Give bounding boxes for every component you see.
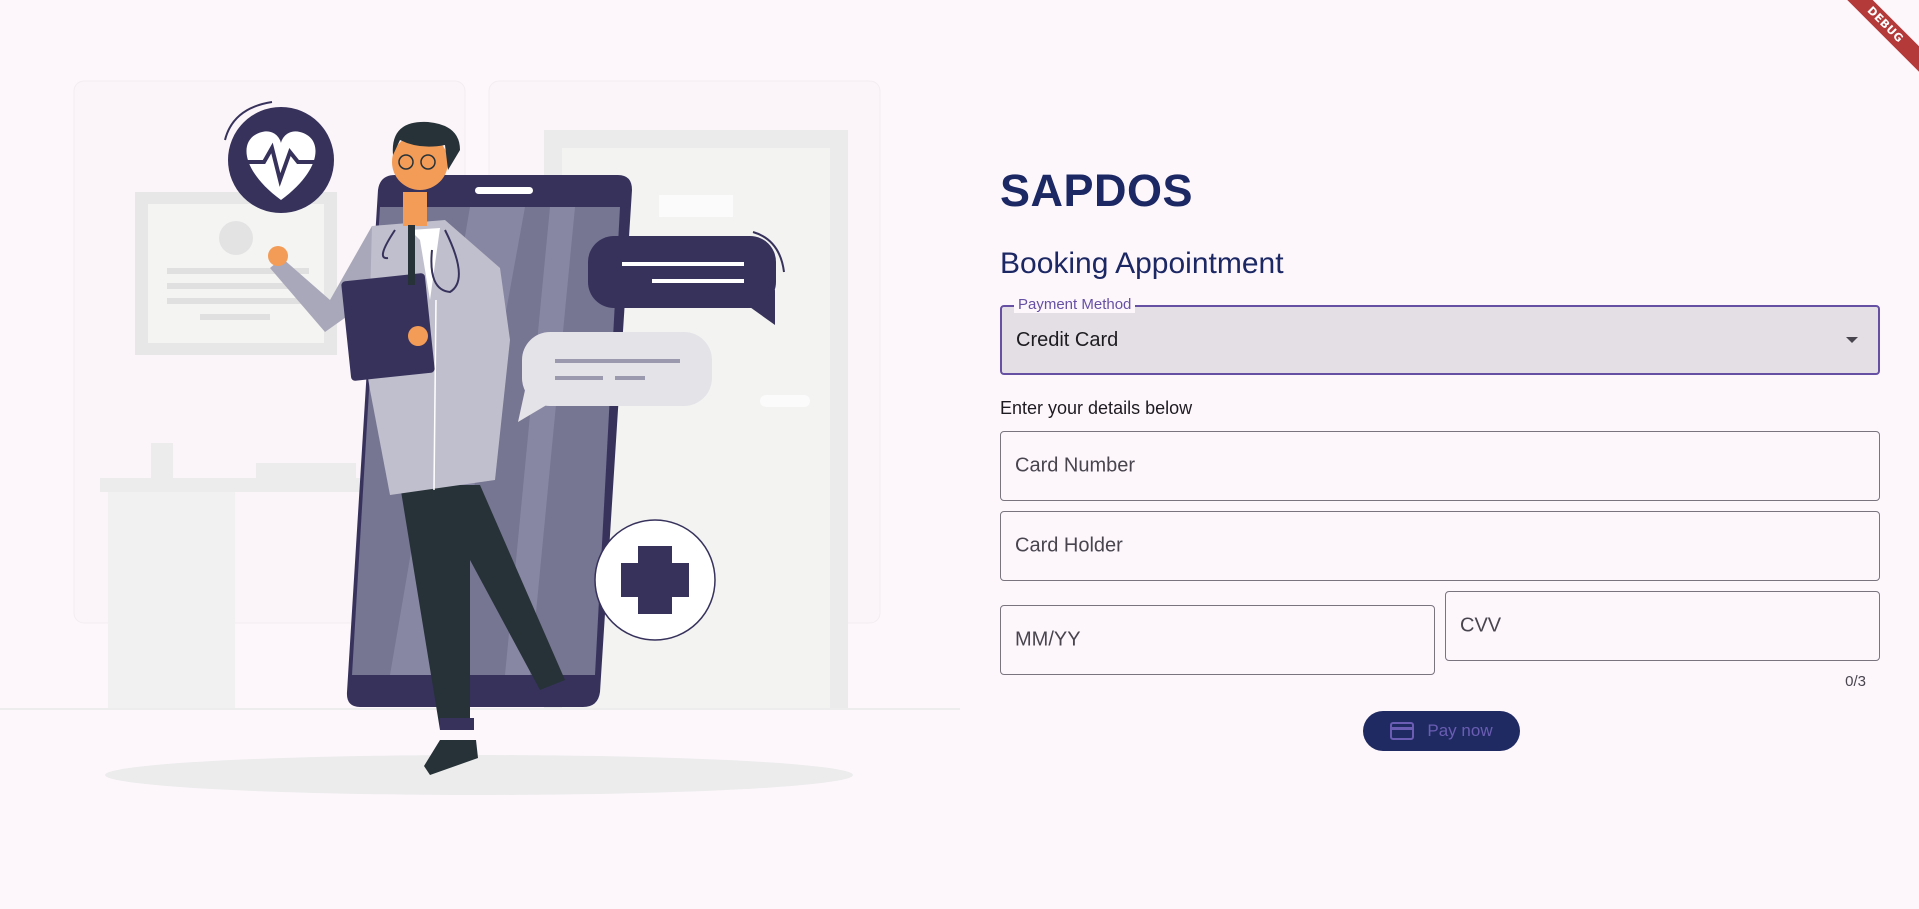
expiry-field[interactable]: MM/YY (1000, 605, 1435, 675)
payment-method-value: Credit Card (1016, 329, 1119, 351)
payment-method-dropdown[interactable]: Payment Method Credit Card (1000, 297, 1880, 375)
cvv-placeholder: CVV (1460, 614, 1502, 637)
page-subtitle: Booking Appointment (1000, 247, 1284, 280)
doctor-illustration (0, 0, 960, 909)
pay-now-label: Pay now (1427, 721, 1493, 740)
card-number-placeholder: Card Number (1015, 454, 1136, 477)
cvv-field[interactable]: CVV (1445, 591, 1880, 661)
payment-method-label: Payment Method (1014, 297, 1136, 313)
payment-page: DEBUG SAPDOS Booking Appointment Payment… (0, 0, 1919, 909)
certificate-frame (135, 192, 337, 355)
card-holder-placeholder: Card Holder (1015, 534, 1123, 557)
chevron-down-icon (1846, 337, 1858, 343)
expiry-placeholder: MM/YY (1015, 628, 1081, 651)
brand-title: SAPDOS (1000, 165, 1194, 216)
medical-plus-badge (594, 519, 716, 641)
pay-now-button[interactable]: Pay now (1363, 711, 1520, 751)
instructions-text: Enter your details below (1000, 398, 1193, 418)
card-number-field[interactable]: Card Number (1000, 431, 1880, 501)
card-holder-field[interactable]: Card Holder (1000, 511, 1880, 581)
cvv-counter: 0/3 (1845, 673, 1866, 690)
credit-card-icon (1390, 722, 1415, 740)
booking-form: SAPDOS Booking Appointment Payment Metho… (1000, 0, 1880, 909)
